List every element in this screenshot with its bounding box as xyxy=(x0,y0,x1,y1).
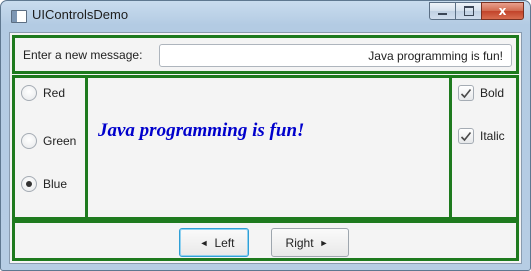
right-button-label: Right xyxy=(285,235,314,250)
radio-button-red[interactable] xyxy=(21,85,37,101)
radio-label-blue: Blue xyxy=(43,177,68,191)
close-icon: x xyxy=(498,4,507,18)
style-checkbox-pane: Bold Italic xyxy=(449,75,519,220)
maximize-button[interactable] xyxy=(455,2,481,20)
button-pane: ◄ Left Right ► xyxy=(12,220,519,261)
radio-blue[interactable]: Blue xyxy=(21,176,67,192)
maximize-icon xyxy=(463,6,474,16)
color-radio-pane: Red Green Blue xyxy=(12,75,88,220)
window-title: UIControlsDemo xyxy=(32,7,129,22)
app-window: UIControlsDemo x Enter a new message: Ja… xyxy=(0,0,531,271)
minimize-button[interactable] xyxy=(429,2,455,20)
left-button-label: Left xyxy=(214,235,235,250)
radio-red[interactable]: Red xyxy=(21,85,65,101)
right-button[interactable]: Right ► xyxy=(271,228,349,257)
display-message: Java programming is fun! xyxy=(98,120,305,141)
right-arrow-icon: ► xyxy=(319,237,329,248)
minimize-icon xyxy=(438,13,447,15)
display-pane: Java programming is fun! xyxy=(88,75,449,220)
checkmark-icon xyxy=(460,131,472,141)
close-button[interactable]: x xyxy=(481,2,524,20)
client-area: Enter a new message: Java programming is… xyxy=(9,32,522,264)
radio-button-blue[interactable] xyxy=(21,176,37,192)
checkbox-italic-row[interactable]: Italic xyxy=(458,128,505,144)
message-input[interactable]: Java programming is fun! xyxy=(159,44,512,67)
checkbox-bold[interactable] xyxy=(458,85,474,101)
checkbox-bold-row[interactable]: Bold xyxy=(458,85,504,101)
checkbox-label-italic: Italic xyxy=(480,129,505,143)
caption-buttons: x xyxy=(429,2,524,20)
app-icon[interactable] xyxy=(11,10,27,23)
checkbox-label-bold: Bold xyxy=(480,86,505,100)
radio-button-green[interactable] xyxy=(21,133,37,149)
title-bar[interactable]: UIControlsDemo x xyxy=(1,1,530,34)
radio-green[interactable]: Green xyxy=(21,133,76,149)
message-pane: Enter a new message: Java programming is… xyxy=(12,35,519,74)
checkbox-italic[interactable] xyxy=(458,128,474,144)
radio-label-green: Green xyxy=(43,134,77,148)
message-label: Enter a new message: xyxy=(23,48,143,62)
radio-label-red: Red xyxy=(43,86,66,100)
left-button[interactable]: ◄ Left xyxy=(179,228,249,257)
checkmark-icon xyxy=(460,88,472,98)
left-arrow-icon: ◄ xyxy=(199,237,209,248)
